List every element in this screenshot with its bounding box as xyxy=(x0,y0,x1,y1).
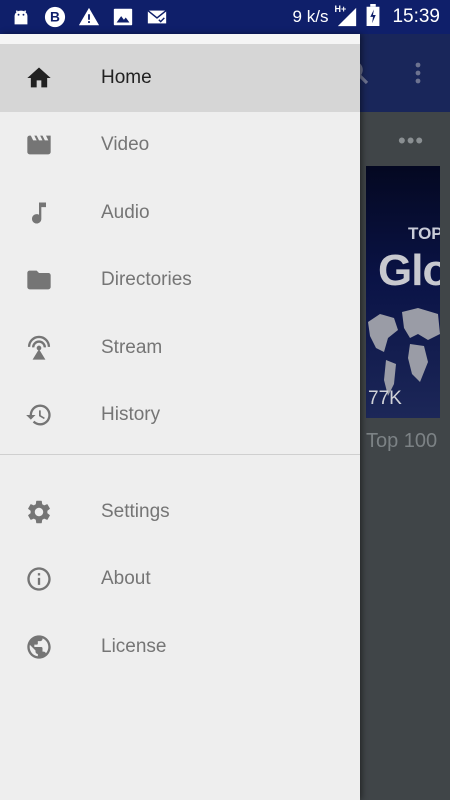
video-icon xyxy=(24,130,54,160)
nav-label: History xyxy=(101,404,161,426)
nav-item-license[interactable]: License xyxy=(0,613,360,681)
nav-label: Stream xyxy=(101,336,163,358)
drawer-header-strip xyxy=(0,34,360,44)
nav-label: About xyxy=(101,568,151,590)
nav-label: Audio xyxy=(101,201,150,223)
android-icon xyxy=(10,6,32,28)
battery-charging-icon xyxy=(366,3,380,31)
nav-label: Directories xyxy=(101,269,192,291)
thumbnail-label: Top 100 xyxy=(366,430,438,452)
image-icon xyxy=(112,6,134,28)
sync-b-icon: B xyxy=(44,6,66,28)
status-bar: B 9 k/s H+ 15:39 xyxy=(0,0,450,34)
warning-icon xyxy=(78,6,100,28)
signal-icon: H+ xyxy=(334,4,358,28)
nav-item-audio[interactable]: Audio xyxy=(0,179,360,247)
stream-antenna-icon xyxy=(24,333,54,363)
nav-item-home[interactable]: Home xyxy=(0,44,360,112)
nav-item-directories[interactable]: Directories xyxy=(0,247,360,315)
folder-icon xyxy=(24,265,54,295)
network-type: H+ xyxy=(334,4,347,14)
view-count: 77K xyxy=(368,388,402,409)
more-dots-icon[interactable]: ••• xyxy=(398,128,424,154)
thumbnail-title: Glo xyxy=(378,246,440,295)
overflow-menu-icon[interactable] xyxy=(410,58,426,88)
music-note-icon xyxy=(24,198,54,228)
home-icon xyxy=(24,63,54,93)
playlist-thumbnail[interactable]: TOP Glo 77K xyxy=(366,166,440,418)
gear-icon xyxy=(24,497,54,527)
clock: 15:39 xyxy=(392,6,440,27)
nav-item-about[interactable]: About xyxy=(0,546,360,614)
drawer-divider xyxy=(0,454,360,455)
nav-label: Home xyxy=(101,66,152,88)
nav-label: Video xyxy=(101,134,150,156)
mail-icon xyxy=(146,6,168,28)
info-icon xyxy=(24,564,54,594)
nav-item-stream[interactable]: Stream xyxy=(0,314,360,382)
network-speed: 9 k/s xyxy=(292,7,329,26)
nav-item-settings[interactable]: Settings xyxy=(0,478,360,546)
nav-item-video[interactable]: Video xyxy=(0,112,360,180)
history-icon xyxy=(24,400,54,430)
nav-label: License xyxy=(101,635,167,657)
navigation-drawer: Home Video Audio Directories Stream Hist… xyxy=(0,34,360,800)
svg-text:B: B xyxy=(50,10,60,25)
nav-item-history[interactable]: History xyxy=(0,382,360,450)
globe-icon xyxy=(24,632,54,662)
thumbnail-title-top: TOP xyxy=(408,224,440,243)
nav-label: Settings xyxy=(101,500,170,522)
